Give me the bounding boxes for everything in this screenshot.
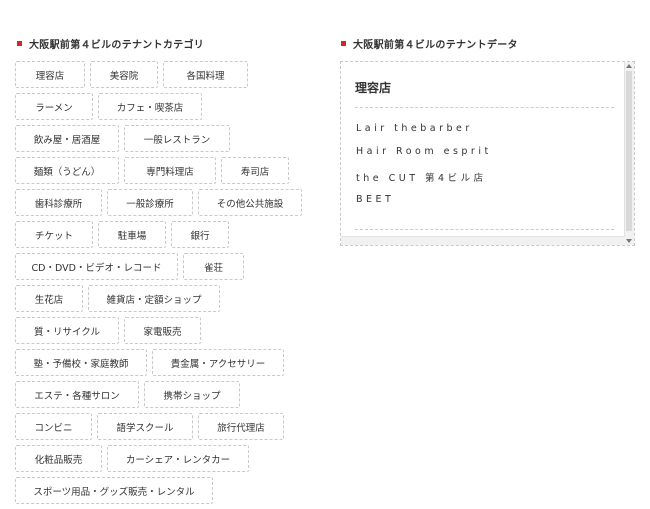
category-button[interactable]: 専門料理店	[124, 157, 216, 184]
tenant-item[interactable]: Lair thebarber	[356, 123, 473, 134]
category-button[interactable]: 語学スクール	[97, 413, 193, 440]
category-row: チケット 駐車場 銀行	[15, 221, 315, 248]
category-button[interactable]: スポーツ用品・グッズ販売・レンタル	[15, 477, 213, 504]
category-button[interactable]: 美容院	[90, 61, 158, 88]
data-section-title: 大阪駅前第４ビルのテナントデータ	[341, 36, 518, 51]
vertical-scrollbar[interactable]	[624, 62, 634, 245]
category-button[interactable]: 一般レストラン	[124, 125, 230, 152]
category-button[interactable]: 一般診療所	[107, 189, 193, 216]
category-button[interactable]: その他公共施設	[198, 189, 302, 216]
category-row: ラーメン カフェ・喫茶店	[15, 93, 315, 120]
scrollbar-thumb[interactable]	[626, 71, 632, 231]
category-button[interactable]: 生花店	[15, 285, 83, 312]
category-row: 化粧品販売 カーシェア・レンタカー	[15, 445, 315, 472]
category-section-title: 大阪駅前第４ビルのテナントカテゴリ	[17, 36, 204, 51]
category-button[interactable]: 駐車場	[98, 221, 166, 248]
tenant-item[interactable]: BEET	[356, 194, 394, 205]
category-row: CD・DVD・ビデオ・レコード 雀荘	[15, 253, 315, 280]
category-row: 麺類（うどん） 専門料理店 寿司店	[15, 157, 315, 184]
category-row: エステ・各種サロン 携帯ショップ	[15, 381, 315, 408]
category-button[interactable]: 理容店	[15, 61, 85, 88]
tenant-data-panel[interactable]: 理容店 Lair thebarber Hair Room esprit the …	[340, 61, 635, 246]
category-row: 質・リサイクル 家電販売	[15, 317, 315, 344]
category-button[interactable]: ラーメン	[15, 93, 93, 120]
category-button[interactable]: コンビニ	[15, 413, 92, 440]
category-button[interactable]: 麺類（うどん）	[15, 157, 119, 184]
category-button[interactable]: 携帯ショップ	[144, 381, 240, 408]
category-button[interactable]: 雑貨店・定額ショップ	[88, 285, 220, 312]
scroll-down-arrow-icon[interactable]	[626, 239, 632, 243]
category-row: コンビニ 語学スクール 旅行代理店	[15, 413, 315, 440]
red-square-icon	[341, 41, 346, 46]
category-button[interactable]: 質・リサイクル	[15, 317, 119, 344]
category-row: 塾・予備校・家庭教師 貴金属・アクセサリー	[15, 349, 315, 376]
category-button[interactable]: エステ・各種サロン	[15, 381, 139, 408]
category-button[interactable]: 歯科診療所	[15, 189, 102, 216]
category-row: 飲み屋・居酒屋 一般レストラン	[15, 125, 315, 152]
category-button[interactable]: カーシェア・レンタカー	[107, 445, 249, 472]
category-row: 歯科診療所 一般診療所 その他公共施設	[15, 189, 315, 216]
divider	[355, 107, 614, 108]
category-button[interactable]: 貴金属・アクセサリー	[152, 349, 284, 376]
data-section-title-text: 大阪駅前第４ビルのテナントデータ	[353, 40, 518, 51]
category-row: 生花店 雑貨店・定額ショップ	[15, 285, 315, 312]
red-square-icon	[17, 41, 22, 46]
category-button[interactable]: 旅行代理店	[198, 413, 284, 440]
selected-category-heading: 理容店	[355, 81, 392, 95]
category-button[interactable]: 雀荘	[183, 253, 244, 280]
category-button[interactable]: 寿司店	[221, 157, 289, 184]
category-list: 理容店 美容院 各国料理 ラーメン カフェ・喫茶店 飲み屋・居酒屋 一般レストラ…	[15, 61, 315, 509]
tenant-item[interactable]: the CUT 第4ビル店	[356, 170, 487, 184]
category-button[interactable]: 各国料理	[163, 61, 248, 88]
category-row: 理容店 美容院 各国料理	[15, 61, 315, 88]
scroll-up-arrow-icon[interactable]	[626, 64, 632, 68]
tenant-item[interactable]: Hair Room esprit	[356, 146, 492, 157]
category-button[interactable]: CD・DVD・ビデオ・レコード	[15, 253, 178, 280]
category-button[interactable]: 銀行	[171, 221, 229, 248]
divider	[355, 229, 614, 230]
category-button[interactable]: 飲み屋・居酒屋	[15, 125, 119, 152]
horizontal-scrollbar[interactable]	[341, 236, 625, 245]
category-button[interactable]: チケット	[15, 221, 93, 248]
category-button[interactable]: 化粧品販売	[15, 445, 102, 472]
category-button[interactable]: カフェ・喫茶店	[98, 93, 202, 120]
category-row: スポーツ用品・グッズ販売・レンタル	[15, 477, 315, 504]
category-button[interactable]: 塾・予備校・家庭教師	[15, 349, 147, 376]
category-button[interactable]: 家電販売	[124, 317, 201, 344]
category-section-title-text: 大阪駅前第４ビルのテナントカテゴリ	[29, 40, 205, 51]
